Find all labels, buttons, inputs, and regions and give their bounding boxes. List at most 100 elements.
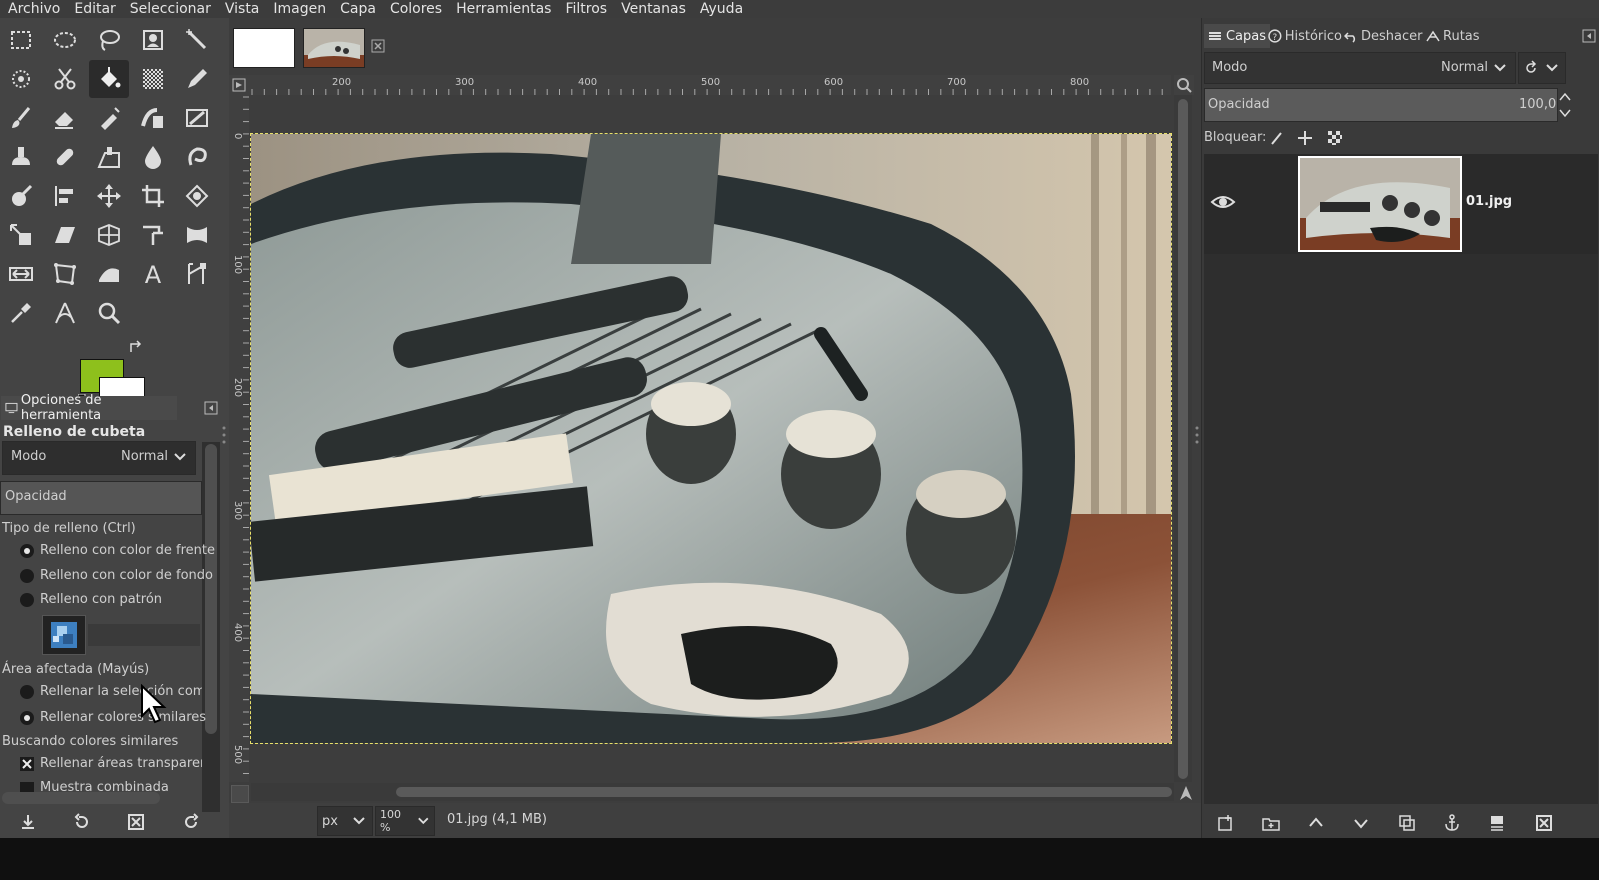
dodge-burn-tool-icon[interactable]	[1, 177, 41, 215]
paths-tool-icon[interactable]	[177, 255, 217, 293]
image-tab-blank[interactable]	[233, 28, 295, 68]
layer-thumbnail[interactable]	[1298, 156, 1462, 252]
restore-tool-preset-icon[interactable]	[70, 810, 94, 834]
checkbox-sample-merged[interactable]	[20, 782, 34, 792]
close-tab-icon[interactable]	[371, 39, 385, 53]
cage-transform-tool-icon[interactable]	[45, 255, 85, 293]
vertical-ruler[interactable]: 0 100 200 300 400 500	[229, 95, 249, 782]
menu-colores[interactable]: Colores	[382, 2, 448, 16]
clone-tool-icon[interactable]	[1, 138, 41, 176]
anchor-layer-icon[interactable]	[1440, 811, 1464, 835]
layer-name[interactable]: 01.jpg	[1466, 194, 1512, 209]
scrollbar-thumb[interactable]	[205, 444, 217, 734]
unified-transform-tool-icon[interactable]	[177, 177, 217, 215]
horizontal-scrollbar-thumb[interactable]	[396, 787, 1172, 797]
image-tab-01[interactable]	[303, 28, 365, 68]
configure-tab-icon[interactable]	[204, 401, 218, 415]
layer-mode-select[interactable]: Modo Normal	[1204, 52, 1516, 84]
composite-mode-select[interactable]	[1518, 52, 1566, 84]
zoom-select[interactable]: 100 %	[375, 806, 435, 836]
new-layer-group-icon[interactable]	[1259, 811, 1283, 835]
checkbox-fill-transparent[interactable]	[20, 757, 34, 771]
tab-undo[interactable]: Deshacer	[1340, 24, 1428, 48]
tab-paths[interactable]: Rutas	[1422, 24, 1490, 48]
lower-layer-icon[interactable]	[1349, 811, 1373, 835]
pencil-tool-icon[interactable]	[177, 60, 217, 98]
menu-imagen[interactable]: Imagen	[265, 2, 332, 16]
paintbrush-tool-icon[interactable]	[1, 99, 41, 137]
mode-select[interactable]: Modo Normal	[2, 441, 196, 475]
menu-filtros[interactable]: Filtros	[557, 2, 613, 16]
warp-tool-icon[interactable]	[89, 255, 129, 293]
crop-tool-icon[interactable]	[133, 177, 173, 215]
menu-ventanas[interactable]: Ventanas	[613, 2, 692, 16]
menu-archivo[interactable]: Archivo	[0, 2, 66, 16]
3d-transform-tool-icon[interactable]	[133, 216, 173, 254]
lock-pixels-icon[interactable]	[1269, 130, 1285, 146]
opacity-slider[interactable]: Opacidad	[0, 481, 202, 515]
select-by-color-tool-icon[interactable]	[1, 60, 41, 98]
new-layer-icon[interactable]	[1213, 811, 1237, 835]
lock-position-icon[interactable]	[1297, 130, 1313, 146]
layer-opacity-slider[interactable]: Opacidad 100,0	[1204, 88, 1558, 122]
shear-tool-icon[interactable]	[45, 216, 85, 254]
eraser-tool-icon[interactable]	[45, 99, 85, 137]
image-canvas[interactable]	[250, 133, 1172, 744]
perspective-clone-tool-icon[interactable]	[89, 138, 129, 176]
reset-tool-options-icon[interactable]	[179, 810, 203, 834]
merge-layer-icon[interactable]	[1485, 811, 1509, 835]
unit-select[interactable]: px	[317, 806, 373, 836]
menu-ayuda[interactable]: Ayuda	[692, 2, 749, 16]
configure-tab-icon[interactable]	[1582, 29, 1596, 43]
scale-tool-icon[interactable]	[1, 216, 41, 254]
move-tool-icon[interactable]	[89, 177, 129, 215]
navigate-icon[interactable]	[1178, 784, 1194, 802]
menu-seleccionar[interactable]: Seleccionar	[122, 2, 217, 16]
duplicate-layer-icon[interactable]	[1395, 811, 1419, 835]
radio-fill-foreground[interactable]	[20, 544, 34, 558]
tab-layers[interactable]: Capas	[1204, 24, 1270, 48]
scissors-tool-icon[interactable]	[45, 60, 85, 98]
radio-fill-pattern[interactable]	[20, 593, 34, 607]
tab-tool-options[interactable]: Opciones de herramienta	[1, 393, 177, 423]
color-picker-tool-icon[interactable]	[1, 294, 41, 332]
gradient-tool-icon[interactable]	[133, 60, 173, 98]
save-tool-preset-icon[interactable]	[16, 810, 40, 834]
heal-tool-icon[interactable]	[45, 138, 85, 176]
foreground-select-tool-icon[interactable]	[133, 21, 173, 59]
visibility-eye-icon[interactable]	[1210, 192, 1236, 212]
horizontal-scrollbar[interactable]	[251, 783, 1174, 801]
delete-layer-icon[interactable]	[1532, 811, 1556, 835]
lasso-tool-icon[interactable]	[89, 21, 129, 59]
vertical-scrollbar-thumb[interactable]	[1178, 99, 1188, 779]
raise-layer-icon[interactable]	[1304, 811, 1328, 835]
horizontal-ruler[interactable]: 200 300 400 500 600 700 800	[249, 75, 1171, 95]
menu-vista[interactable]: Vista	[217, 2, 266, 16]
text-tool-icon[interactable]: A	[133, 255, 173, 293]
flip-tool-icon[interactable]	[1, 255, 41, 293]
vertical-scrollbar[interactable]	[1174, 95, 1192, 782]
zoom-image-when-window-size-changes-icon[interactable]	[1174, 75, 1194, 95]
tool-options-scrollbar[interactable]	[202, 442, 220, 812]
ellipse-select-tool-icon[interactable]	[45, 21, 85, 59]
bucket-fill-tool-icon[interactable]	[89, 60, 129, 98]
swap-colors-icon[interactable]	[128, 340, 144, 354]
mypaint-brush-tool-icon[interactable]	[177, 99, 217, 137]
opacity-spinner-icon[interactable]	[1558, 90, 1572, 120]
tab-history[interactable]: ? Histórico	[1264, 24, 1346, 48]
layer-row[interactable]: 01.jpg	[1204, 154, 1598, 254]
quick-mask-toggle[interactable]	[231, 785, 249, 803]
smudge-tool-icon[interactable]	[177, 138, 217, 176]
dock-splitter-handle[interactable]	[1195, 420, 1199, 450]
menu-editar[interactable]: Editar	[66, 2, 121, 16]
fuzzy-select-tool-icon[interactable]	[177, 21, 217, 59]
measure-tool-icon[interactable]	[45, 294, 85, 332]
ink-tool-icon[interactable]	[133, 99, 173, 137]
delete-tool-preset-icon[interactable]	[124, 810, 148, 834]
perspective-tool-icon[interactable]	[89, 216, 129, 254]
airbrush-tool-icon[interactable]	[89, 99, 129, 137]
warp-transform-tool-icon[interactable]	[177, 216, 217, 254]
blur-tool-icon[interactable]	[133, 138, 173, 176]
zoom-tool-icon[interactable]	[89, 294, 129, 332]
menu-herramientas[interactable]: Herramientas	[448, 2, 557, 16]
